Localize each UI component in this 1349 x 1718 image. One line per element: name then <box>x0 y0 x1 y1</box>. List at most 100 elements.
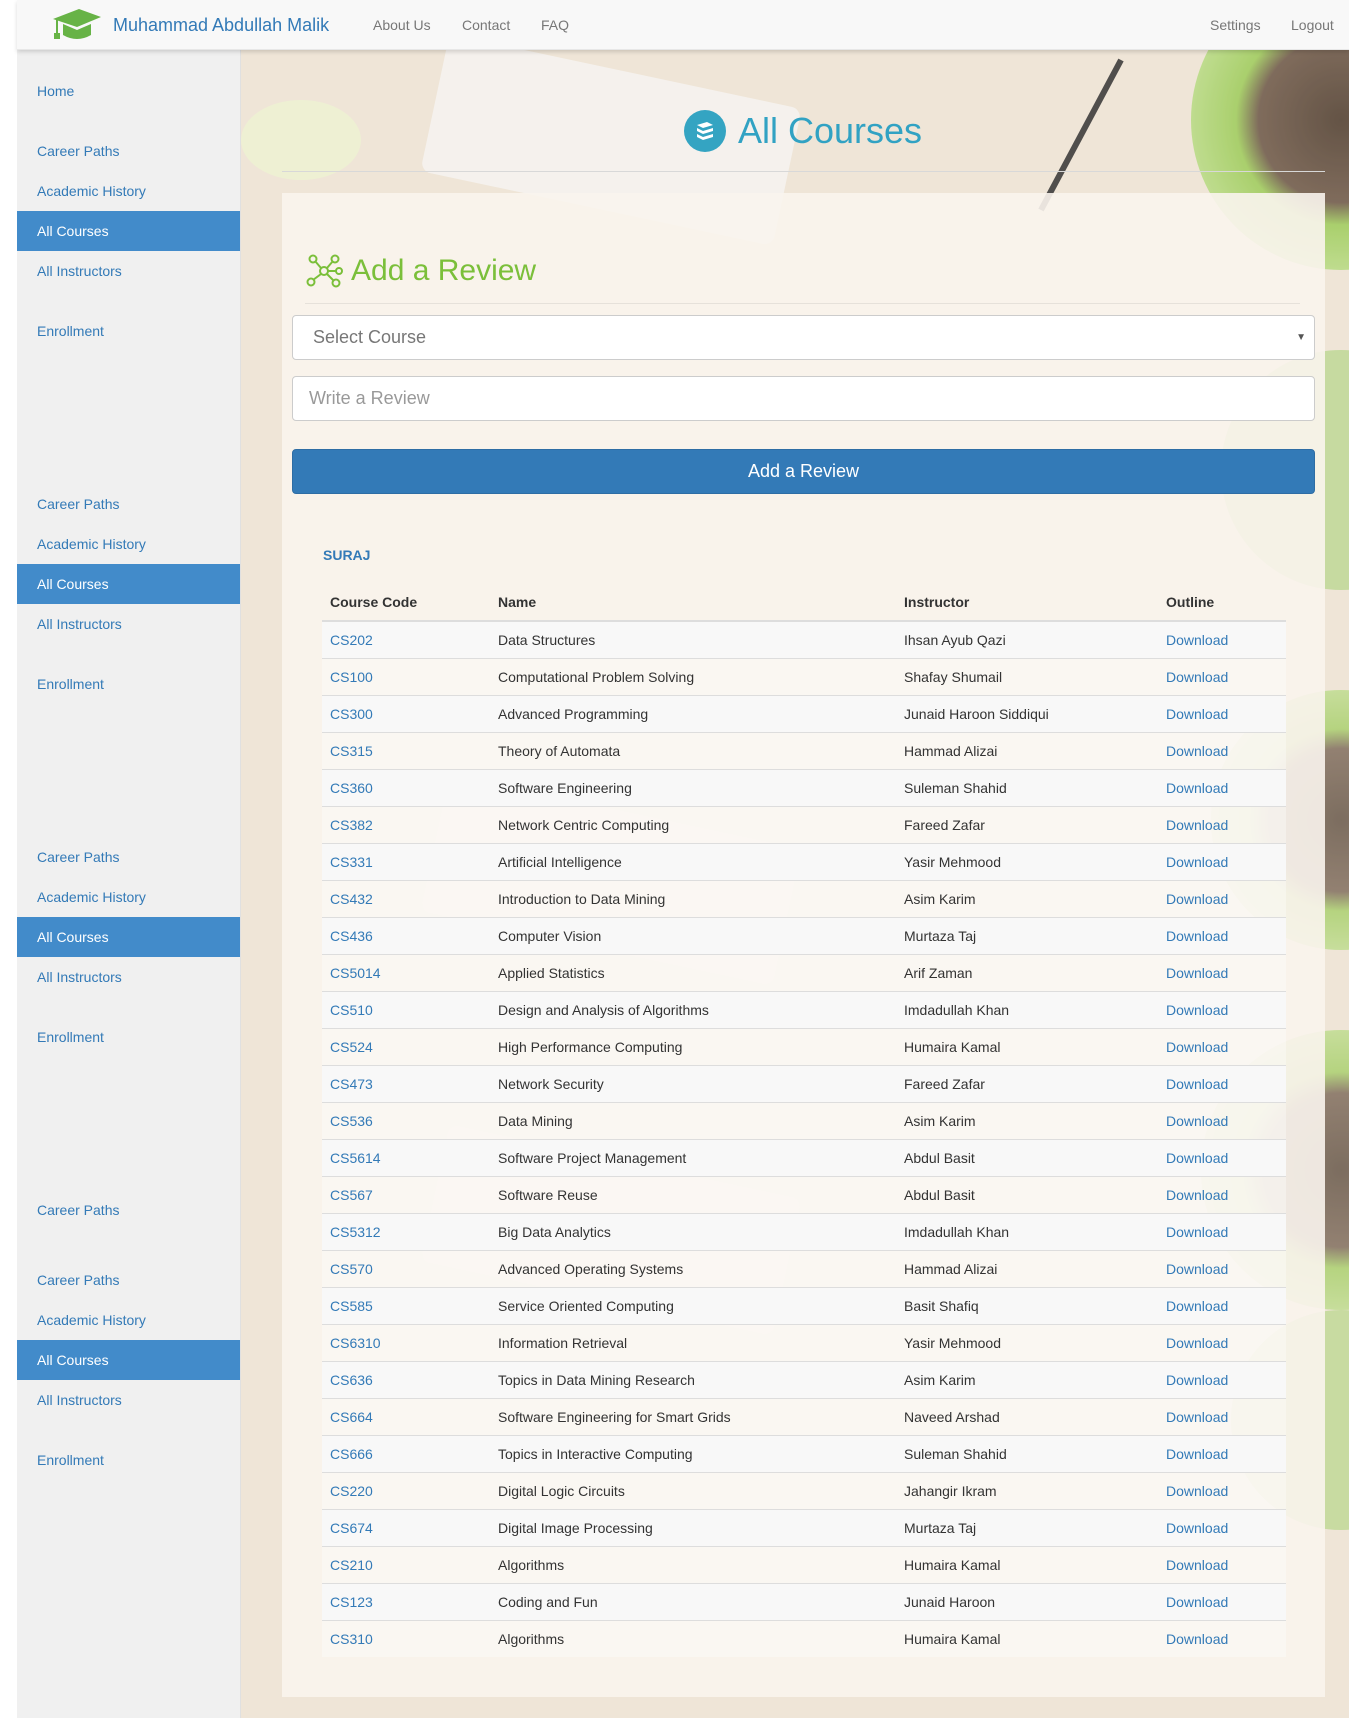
download-outline-link[interactable]: Download <box>1158 1434 1286 1472</box>
download-outline-link[interactable]: Download <box>1158 620 1286 658</box>
course-code-link[interactable]: CS436 <box>322 916 490 954</box>
download-outline-link[interactable]: Download <box>1158 1175 1286 1213</box>
sidebar-item-enrollment[interactable]: Enrollment <box>17 311 240 351</box>
course-code-link[interactable]: CS5312 <box>322 1212 490 1250</box>
nav-about-us[interactable]: About Us <box>373 17 431 33</box>
sidebar-item-all-instructors[interactable]: All Instructors <box>17 1380 240 1420</box>
download-outline-link[interactable]: Download <box>1158 1101 1286 1139</box>
sidebar-item-academic-history[interactable]: Academic History <box>17 524 240 564</box>
brand[interactable]: Muhammad Abdullah Malik <box>51 7 329 43</box>
sidebar-item-career-paths[interactable]: Career Paths <box>17 131 240 171</box>
download-outline-link[interactable]: Download <box>1158 731 1286 769</box>
course-code-link[interactable]: CS536 <box>322 1101 490 1139</box>
table-row: CS315 Theory of Automata Hammad Alizai Down… <box>322 731 1286 769</box>
brand-name[interactable]: Muhammad Abdullah Malik <box>113 15 329 36</box>
course-code-link[interactable]: CS674 <box>322 1508 490 1546</box>
download-outline-link[interactable]: Download <box>1158 1212 1286 1250</box>
sidebar-item-career-paths[interactable]: Career Paths <box>17 1190 240 1230</box>
course-code-link[interactable]: CS100 <box>322 657 490 695</box>
course-code-link[interactable]: CS210 <box>322 1545 490 1583</box>
sidebar-item-enrollment[interactable]: Enrollment <box>17 664 240 704</box>
download-outline-link[interactable]: Download <box>1158 1471 1286 1509</box>
download-outline-link[interactable]: Download <box>1158 990 1286 1028</box>
download-outline-link[interactable]: Download <box>1158 657 1286 695</box>
course-code-link[interactable]: CS432 <box>322 879 490 917</box>
sidebar-item-all-instructors[interactable]: All Instructors <box>17 604 240 644</box>
sidebar-item-all-courses[interactable]: All Courses <box>17 1340 240 1380</box>
download-outline-link[interactable]: Download <box>1158 842 1286 880</box>
sidebar-item-all-instructors[interactable]: All Instructors <box>17 251 240 291</box>
course-code-link[interactable]: CS5614 <box>322 1138 490 1176</box>
download-outline-link[interactable]: Download <box>1158 1582 1286 1620</box>
instructor-name: Humaira Kamal <box>896 1027 1158 1065</box>
table-row: CS5014 Applied Statistics Arif Zaman Downlo… <box>322 953 1286 991</box>
instructor-name: Humaira Kamal <box>896 1545 1158 1583</box>
table-row: CS432 Introduction to Data Mining Asim Kar… <box>322 879 1286 917</box>
course-code-link[interactable]: CS382 <box>322 805 490 843</box>
course-code-link[interactable]: CS6310 <box>322 1323 490 1361</box>
course-code-link[interactable]: CS123 <box>322 1582 490 1620</box>
table-row: CS6310 Information Retrieval Yasir Mehmood… <box>322 1323 1286 1361</box>
download-outline-link[interactable]: Download <box>1158 953 1286 991</box>
course-code-link[interactable]: CS567 <box>322 1175 490 1213</box>
download-outline-link[interactable]: Download <box>1158 1138 1286 1176</box>
download-outline-link[interactable]: Download <box>1158 879 1286 917</box>
download-outline-link[interactable]: Download <box>1158 1360 1286 1398</box>
sidebar-item-academic-history[interactable]: Academic History <box>17 171 240 211</box>
course-code-link[interactable]: CS300 <box>322 694 490 732</box>
course-code-link[interactable]: CS636 <box>322 1360 490 1398</box>
course-name: Network Centric Computing <box>490 805 896 843</box>
download-outline-link[interactable]: Download <box>1158 1545 1286 1583</box>
sidebar-item-career-paths[interactable]: Career Paths <box>17 1260 240 1300</box>
download-outline-link[interactable]: Download <box>1158 1027 1286 1065</box>
course-code-link[interactable]: CS585 <box>322 1286 490 1324</box>
select-course-dropdown[interactable]: Select Course ▼ <box>292 315 1315 360</box>
nav-settings[interactable]: Settings <box>1210 17 1261 33</box>
sidebar-item-enrollment[interactable]: Enrollment <box>17 1440 240 1480</box>
course-code-link[interactable]: CS220 <box>322 1471 490 1509</box>
download-outline-link[interactable]: Download <box>1158 916 1286 954</box>
sidebar-item-career-paths[interactable]: Career Paths <box>17 484 240 524</box>
sidebar-item-academic-history[interactable]: Academic History <box>17 1300 240 1340</box>
download-outline-link[interactable]: Download <box>1158 1619 1286 1657</box>
download-outline-link[interactable]: Download <box>1158 1323 1286 1361</box>
course-code-link[interactable]: CS570 <box>322 1249 490 1287</box>
download-outline-link[interactable]: Download <box>1158 1249 1286 1287</box>
nav-logout[interactable]: Logout <box>1291 17 1334 33</box>
table-row: CS210 Algorithms Humaira Kamal Download <box>322 1545 1286 1583</box>
nav-faq[interactable]: FAQ <box>541 17 569 33</box>
download-outline-link[interactable]: Download <box>1158 1064 1286 1102</box>
download-outline-link[interactable]: Download <box>1158 1286 1286 1324</box>
course-code-link[interactable]: CS310 <box>322 1619 490 1657</box>
download-outline-link[interactable]: Download <box>1158 1397 1286 1435</box>
download-outline-link[interactable]: Download <box>1158 768 1286 806</box>
instructor-name: Abdul Basit <box>896 1138 1158 1176</box>
sidebar-item-all-courses[interactable]: All Courses <box>17 917 240 957</box>
add-review-button[interactable]: Add a Review <box>292 449 1315 494</box>
instructor-name: Asim Karim <box>896 1101 1158 1139</box>
course-code-link[interactable]: CS202 <box>322 620 490 658</box>
course-code-link[interactable]: CS360 <box>322 768 490 806</box>
course-code-link[interactable]: CS524 <box>322 1027 490 1065</box>
download-outline-link[interactable]: Download <box>1158 805 1286 843</box>
course-code-link[interactable]: CS510 <box>322 990 490 1028</box>
sidebar-item-home[interactable]: Home <box>17 71 240 111</box>
sidebar: Home Career Paths Academic History All C… <box>17 50 241 1718</box>
sidebar-item-all-courses[interactable]: All Courses <box>17 564 240 604</box>
sidebar-item-all-courses[interactable]: All Courses <box>17 211 240 251</box>
sidebar-item-enrollment[interactable]: Enrollment <box>17 1017 240 1057</box>
nav-contact[interactable]: Contact <box>462 17 510 33</box>
course-code-link[interactable]: CS5014 <box>322 953 490 991</box>
sidebar-item-career-paths[interactable]: Career Paths <box>17 837 240 877</box>
download-outline-link[interactable]: Download <box>1158 1508 1286 1546</box>
review-input[interactable]: Write a Review <box>292 376 1315 421</box>
course-code-link[interactable]: CS664 <box>322 1397 490 1435</box>
sidebar-item-academic-history[interactable]: Academic History <box>17 877 240 917</box>
download-outline-link[interactable]: Download <box>1158 694 1286 732</box>
sidebar-item-all-instructors[interactable]: All Instructors <box>17 957 240 997</box>
course-code-link[interactable]: CS331 <box>322 842 490 880</box>
table-row: CS585 Service Oriented Computing Basit Sha… <box>322 1286 1286 1324</box>
course-code-link[interactable]: CS473 <box>322 1064 490 1102</box>
course-code-link[interactable]: CS315 <box>322 731 490 769</box>
course-code-link[interactable]: CS666 <box>322 1434 490 1472</box>
